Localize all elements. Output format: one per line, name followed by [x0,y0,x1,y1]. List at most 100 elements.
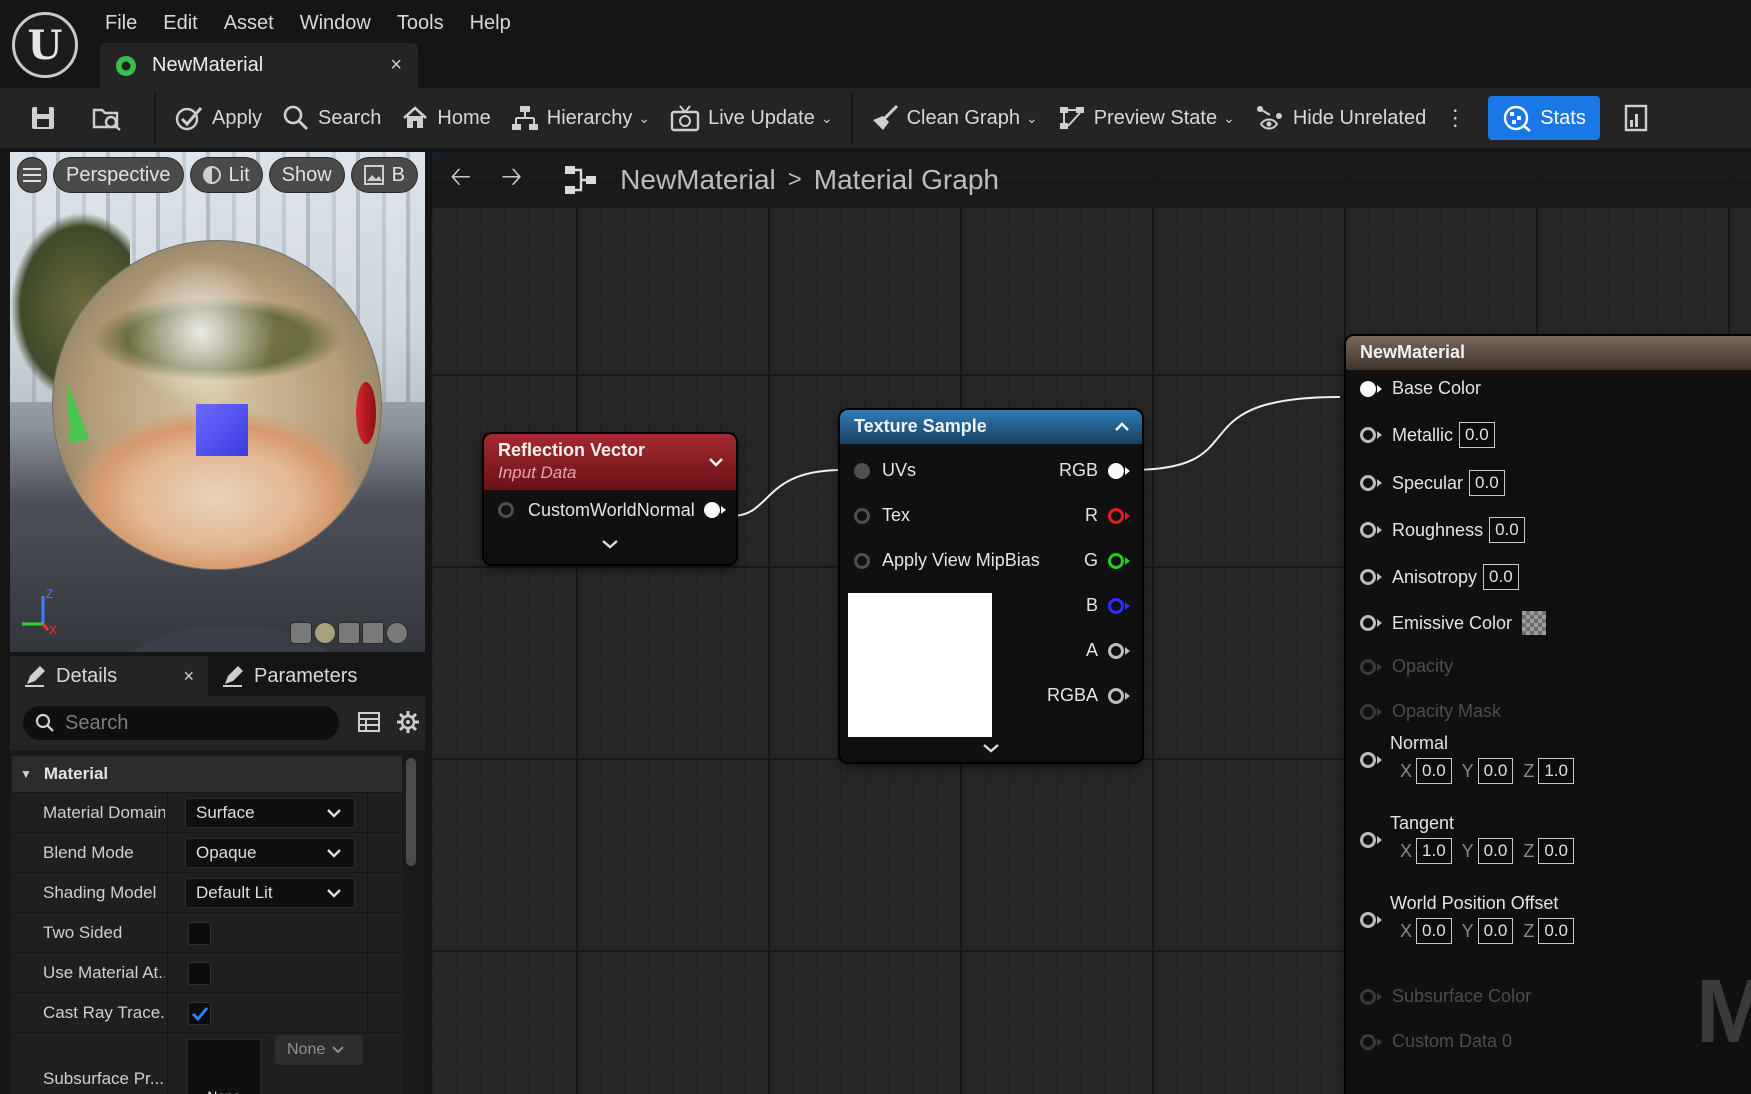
subsurface-thumbnail[interactable]: None [187,1039,261,1094]
details-search-input[interactable]: Search [23,706,339,740]
pin-rgba-out[interactable]: RGBA [1047,685,1130,706]
details-scrollbar[interactable] [406,758,416,866]
pin-roughness[interactable]: Roughness 0.0 [1360,517,1525,543]
pin-custom-world-normal-in[interactable] [498,502,514,518]
pin-r-out[interactable]: R [1085,505,1130,526]
subsurface-combo[interactable]: None [275,1035,363,1065]
reflection-vector-header[interactable]: Reflection Vector Input Data [484,434,736,490]
pin-custom-world-normal-out[interactable] [704,502,726,518]
menu-file[interactable]: File [92,8,150,39]
input-pin-icon[interactable] [1360,427,1376,443]
category-material[interactable]: ▼ Material [12,756,402,792]
pin-tangent[interactable] [1360,832,1382,848]
plane-preview-icon[interactable] [338,622,360,644]
pin-emissive-color[interactable]: Emissive Color [1360,611,1547,635]
pin-rgb-out[interactable]: RGB [1059,460,1130,481]
close-details-icon[interactable]: × [183,666,194,687]
unreal-logo-icon[interactable]: U [12,12,78,78]
wpo-x-field[interactable]: 0.0 [1416,918,1452,944]
expand-chevron-icon[interactable] [601,538,619,550]
tab-details[interactable]: Details × [10,656,208,696]
input-pin-icon[interactable] [854,552,870,569]
input-pin-icon[interactable] [1360,912,1376,928]
output-pin-icon[interactable] [1108,642,1124,659]
pin-metallic[interactable]: Metallic 0.0 [1360,422,1495,448]
input-pin-icon[interactable] [1360,380,1376,397]
apply-button[interactable]: Apply [164,96,272,140]
close-tab-icon[interactable]: × [390,54,402,77]
output-pin-icon[interactable] [1108,597,1124,614]
shading-model-combo[interactable]: Default Lit [185,878,355,908]
preview-state-dropdown[interactable]: Preview State ⌄ [1048,96,1245,140]
chevron-up-icon[interactable] [1114,421,1130,433]
cube-preview-icon[interactable] [362,622,384,644]
output-pin-icon[interactable] [704,502,720,518]
input-pin-icon[interactable] [498,502,514,518]
roughness-value-field[interactable]: 0.0 [1489,517,1525,543]
menu-help[interactable]: Help [457,8,524,39]
output-pin-icon[interactable] [1108,507,1124,524]
pin-uvs[interactable]: UVs [854,460,916,481]
pin-base-color[interactable]: Base Color [1360,378,1481,399]
texture-sample-node[interactable]: Texture Sample UVs Tex Apply View MipBia… [840,410,1142,762]
normal-z-field[interactable]: 1.0 [1538,758,1574,784]
menu-window[interactable]: Window [287,8,384,39]
two-sided-checkbox[interactable] [188,922,211,945]
input-pin-icon[interactable] [1360,752,1376,768]
pin-normal[interactable] [1360,752,1382,768]
output-pin-icon[interactable] [1108,687,1124,704]
more-options-icon[interactable]: ⋮ [1436,105,1474,131]
chevron-down-icon[interactable] [708,456,724,468]
table-view-icon[interactable] [358,712,380,732]
gear-icon[interactable] [396,710,420,734]
menu-tools[interactable]: Tools [384,8,457,39]
cylinder-preview-icon[interactable] [290,622,312,644]
input-pin-icon[interactable] [1360,615,1376,631]
tangent-x-field[interactable]: 1.0 [1416,838,1452,864]
material-domain-combo[interactable]: Surface [185,798,355,828]
stats-button[interactable]: Stats [1488,96,1600,140]
reflection-vector-node[interactable]: Reflection Vector Input Data CustomWorld… [484,434,736,564]
texture-sample-header[interactable]: Texture Sample [840,410,1142,444]
menu-edit[interactable]: Edit [150,8,210,39]
expand-chevron-icon[interactable] [982,742,1000,754]
pin-apply-view-mipbias[interactable]: Apply View MipBias [854,550,1040,571]
viewport-menu-button[interactable] [18,158,46,192]
pin-world-position-offset[interactable] [1360,912,1382,928]
input-pin-icon[interactable] [1360,832,1376,848]
hierarchy-dropdown[interactable]: Hierarchy ⌄ [501,96,660,140]
pin-tex[interactable]: Tex [854,505,910,526]
input-pin-icon[interactable] [854,507,870,524]
input-pin-icon[interactable] [854,462,870,479]
cast-ray-trace-checkbox[interactable] [188,1002,211,1025]
use-material-at-checkbox[interactable] [188,962,211,985]
material-result-node[interactable]: NewMaterial Base Color Metallic 0.0 Spec… [1346,336,1751,1094]
clean-graph-dropdown[interactable]: Clean Graph ⌄ [861,96,1048,140]
material-graph-canvas[interactable]: 🡠 🡢 NewMaterial > Material Graph Reflect… [432,152,1751,1094]
viewport-extra-button[interactable]: B [351,158,417,192]
specular-value-field[interactable]: 0.0 [1469,470,1505,496]
show-button[interactable]: Show [269,158,344,192]
metallic-value-field[interactable]: 0.0 [1459,422,1495,448]
hide-unrelated-button[interactable]: Hide Unrelated [1245,96,1436,140]
pin-a-out[interactable]: A [1086,640,1130,661]
input-pin-icon[interactable] [1360,522,1376,538]
material-result-header[interactable]: NewMaterial [1346,336,1751,370]
output-pin-icon[interactable] [1108,462,1124,479]
menu-asset[interactable]: Asset [211,8,287,39]
anisotropy-value-field[interactable]: 0.0 [1483,564,1519,590]
input-pin-icon[interactable] [1360,475,1376,491]
wpo-y-field[interactable]: 0.0 [1477,918,1514,944]
save-button[interactable] [0,96,74,140]
sphere-preview-icon[interactable] [314,622,336,644]
perspective-button[interactable]: Perspective [54,158,183,192]
search-button[interactable]: Search [272,96,391,140]
preview-viewport[interactable]: Perspective Lit Show B Z X [10,152,425,652]
document-tab[interactable]: NewMaterial × [100,43,418,88]
pin-anisotropy[interactable]: Anisotropy 0.0 [1360,564,1519,590]
teapot-preview-icon[interactable] [386,622,408,644]
pin-specular[interactable]: Specular 0.0 [1360,470,1505,496]
blend-mode-combo[interactable]: Opaque [185,838,355,868]
normal-y-field[interactable]: 0.0 [1477,758,1514,784]
home-button[interactable]: Home [391,96,500,140]
